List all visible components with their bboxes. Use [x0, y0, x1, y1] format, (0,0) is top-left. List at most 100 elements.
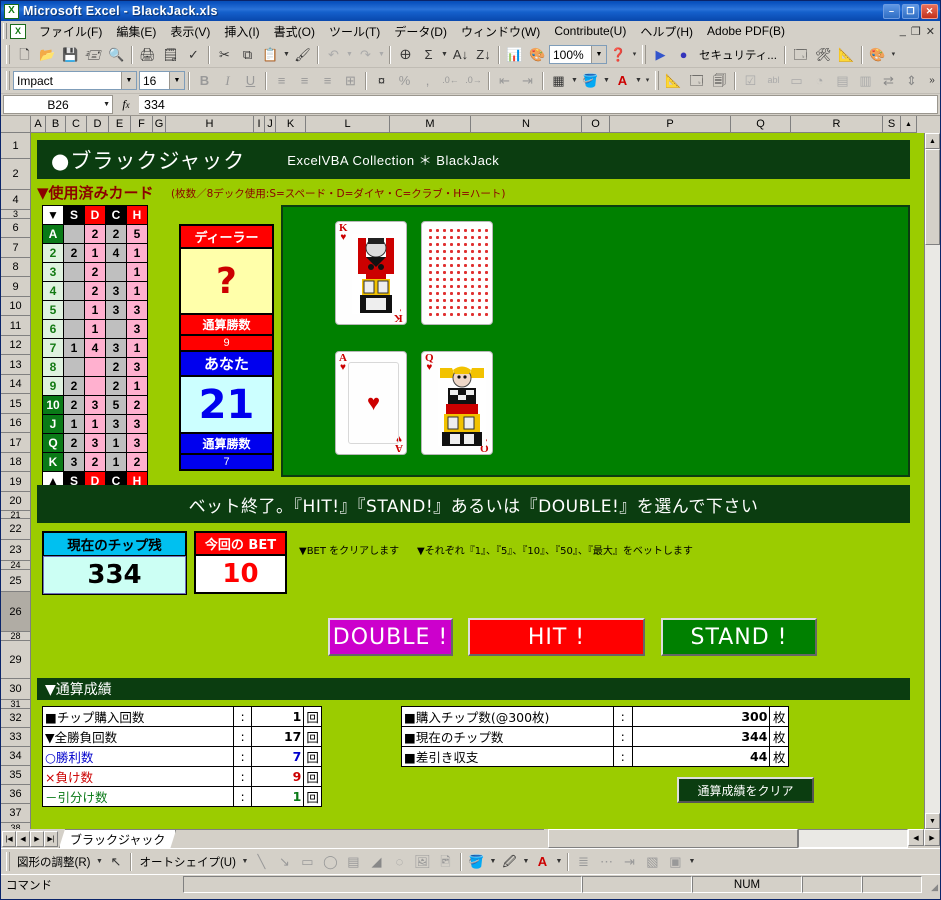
clipart-icon[interactable]: 🖼: [411, 851, 434, 873]
formatting-toolbar-grip[interactable]: [6, 71, 10, 90]
currency-icon[interactable]: ¤: [370, 70, 393, 92]
doc-restore-button[interactable]: ❐: [911, 25, 921, 38]
stand-button[interactable]: STAND !: [661, 618, 817, 656]
shadow-style-icon[interactable]: ▧: [641, 851, 664, 873]
row-header-35[interactable]: 35: [1, 766, 31, 785]
3d-style-icon[interactable]: ▣: [664, 851, 687, 873]
row-header-38[interactable]: 38: [1, 823, 31, 829]
first-sheet-button[interactable]: |◀: [2, 830, 16, 847]
row-header-3[interactable]: 3: [1, 210, 31, 219]
select-objects-icon[interactable]: ↖: [104, 851, 127, 873]
print-preview-icon[interactable]: 🗒: [159, 44, 182, 66]
row-header-33[interactable]: 33: [1, 728, 31, 747]
record-macro-icon[interactable]: ●: [672, 44, 695, 66]
option-control-icon[interactable]: ◔: [808, 70, 831, 92]
select-all-corner[interactable]: [1, 116, 31, 133]
cut-icon[interactable]: ✂: [213, 44, 236, 66]
column-header-D[interactable]: D: [87, 116, 109, 133]
column-header-J[interactable]: J: [265, 116, 276, 133]
decrease-indent-icon[interactable]: ⇤: [493, 70, 516, 92]
format-painter-icon[interactable]: 🖌: [291, 44, 314, 66]
minimize-button[interactable]: –: [883, 3, 900, 19]
picture-icon[interactable]: 🖻: [434, 851, 457, 873]
textbox-control-icon[interactable]: abl: [762, 70, 785, 92]
align-center-icon[interactable]: ≡: [293, 70, 316, 92]
oval-icon[interactable]: ◯: [319, 851, 342, 873]
column-header-Q[interactable]: Q: [731, 116, 791, 133]
column-header-B[interactable]: B: [46, 116, 66, 133]
row-header-9[interactable]: 9: [1, 277, 31, 297]
checkbox-control-icon[interactable]: ☑: [739, 70, 762, 92]
prev-sheet-button[interactable]: ◀: [16, 830, 30, 847]
increase-decimal-icon[interactable]: .0←: [439, 70, 462, 92]
toolbar-overflow-icon[interactable]: ▾: [630, 44, 639, 66]
chevron-down-icon[interactable]: ▼: [570, 70, 579, 92]
combobox-control-icon[interactable]: ▥: [854, 70, 877, 92]
line-style-icon[interactable]: ≣: [572, 851, 595, 873]
chevron-down-icon[interactable]: ▼: [554, 851, 564, 873]
scroll-right-button[interactable]: ▶: [924, 829, 940, 846]
scroll-left-button[interactable]: ◀: [908, 829, 924, 846]
save-icon[interactable]: 💾: [59, 44, 82, 66]
row-header-19[interactable]: 19: [1, 472, 31, 492]
fill-color-icon[interactable]: 🪣: [579, 70, 602, 92]
row-header-8[interactable]: 8: [1, 258, 31, 277]
toolbar-overflow-chevron-icon[interactable]: »: [926, 70, 938, 92]
row-header-36[interactable]: 36: [1, 785, 31, 804]
row-header-13[interactable]: 13: [1, 355, 31, 375]
row-header-22[interactable]: 22: [1, 519, 31, 540]
run-macro-icon[interactable]: ▶: [649, 44, 672, 66]
design-mode-2-icon[interactable]: 📐: [662, 70, 685, 92]
chevron-down-icon[interactable]: ▼: [591, 46, 606, 63]
sort-ascending-icon[interactable]: A↓: [449, 44, 472, 66]
toolbar-overflow-icon-3[interactable]: ▾: [643, 70, 652, 92]
open-icon[interactable]: 📂: [36, 44, 59, 66]
undo-icon[interactable]: ↶: [322, 44, 345, 66]
menu-contribute[interactable]: Contribute(U): [547, 22, 633, 40]
row-header-20[interactable]: 20: [1, 492, 31, 511]
line-icon[interactable]: ╲: [250, 851, 273, 873]
align-left-icon[interactable]: ≡: [270, 70, 293, 92]
menu-insert[interactable]: 挿入(I): [217, 21, 266, 42]
menu-view[interactable]: 表示(V): [163, 21, 217, 42]
column-header-F[interactable]: F: [131, 116, 153, 133]
toggle-control-icon[interactable]: ⇄: [877, 70, 900, 92]
scroll-up-arrow-icon[interactable]: ▲: [901, 116, 917, 133]
row-header-4[interactable]: 4: [1, 190, 31, 210]
vertical-scroll-track[interactable]: [925, 245, 940, 813]
palette-icon[interactable]: 🎨: [866, 44, 889, 66]
paste-dropdown-icon[interactable]: ▼: [282, 44, 291, 66]
mail-icon[interactable]: 🖅: [82, 44, 105, 66]
underline-icon[interactable]: U: [239, 70, 262, 92]
row-header-1[interactable]: 1: [1, 133, 31, 159]
menu-window[interactable]: ウィンドウ(W): [454, 21, 547, 42]
menu-data[interactable]: データ(D): [387, 21, 454, 42]
row-header-30[interactable]: 30: [1, 679, 31, 700]
chevron-down-icon[interactable]: ▼: [488, 851, 498, 873]
menu-file[interactable]: ファイル(F): [32, 21, 109, 42]
column-header-A[interactable]: A: [31, 116, 46, 133]
redo-dropdown-icon[interactable]: ▼: [377, 44, 386, 66]
search-icon[interactable]: 🔍: [105, 44, 128, 66]
column-header-E[interactable]: E: [109, 116, 131, 133]
row-header-24[interactable]: 24: [1, 561, 31, 570]
row-header-26[interactable]: 26: [1, 592, 31, 632]
spellcheck-icon[interactable]: ✓: [182, 44, 205, 66]
insert-function-icon[interactable]: fx: [113, 97, 139, 112]
font-name-combo[interactable]: Impact ▼: [13, 71, 137, 90]
bold-icon[interactable]: B: [193, 70, 216, 92]
menu-tools[interactable]: ツール(T): [322, 21, 387, 42]
line-color-icon[interactable]: 🖉: [498, 851, 521, 873]
help-icon[interactable]: ❓: [607, 44, 630, 66]
clear-results-button[interactable]: 通算成績をクリア: [677, 777, 814, 803]
security-label[interactable]: セキュリティ...: [695, 47, 781, 63]
sheet-tab-blackjack[interactable]: ブラックジャック: [59, 829, 176, 848]
column-header-G[interactable]: G: [153, 116, 166, 133]
row-header-21[interactable]: 21: [1, 511, 31, 519]
toolbar-overflow-icon-2[interactable]: ▾: [889, 44, 898, 66]
row-header-10[interactable]: 10: [1, 297, 31, 316]
autoshape-menu[interactable]: オートシェイプ(U): [135, 854, 239, 870]
increase-indent-icon[interactable]: ⇥: [516, 70, 539, 92]
percent-icon[interactable]: %: [393, 70, 416, 92]
row-header-31[interactable]: 31: [1, 700, 31, 709]
